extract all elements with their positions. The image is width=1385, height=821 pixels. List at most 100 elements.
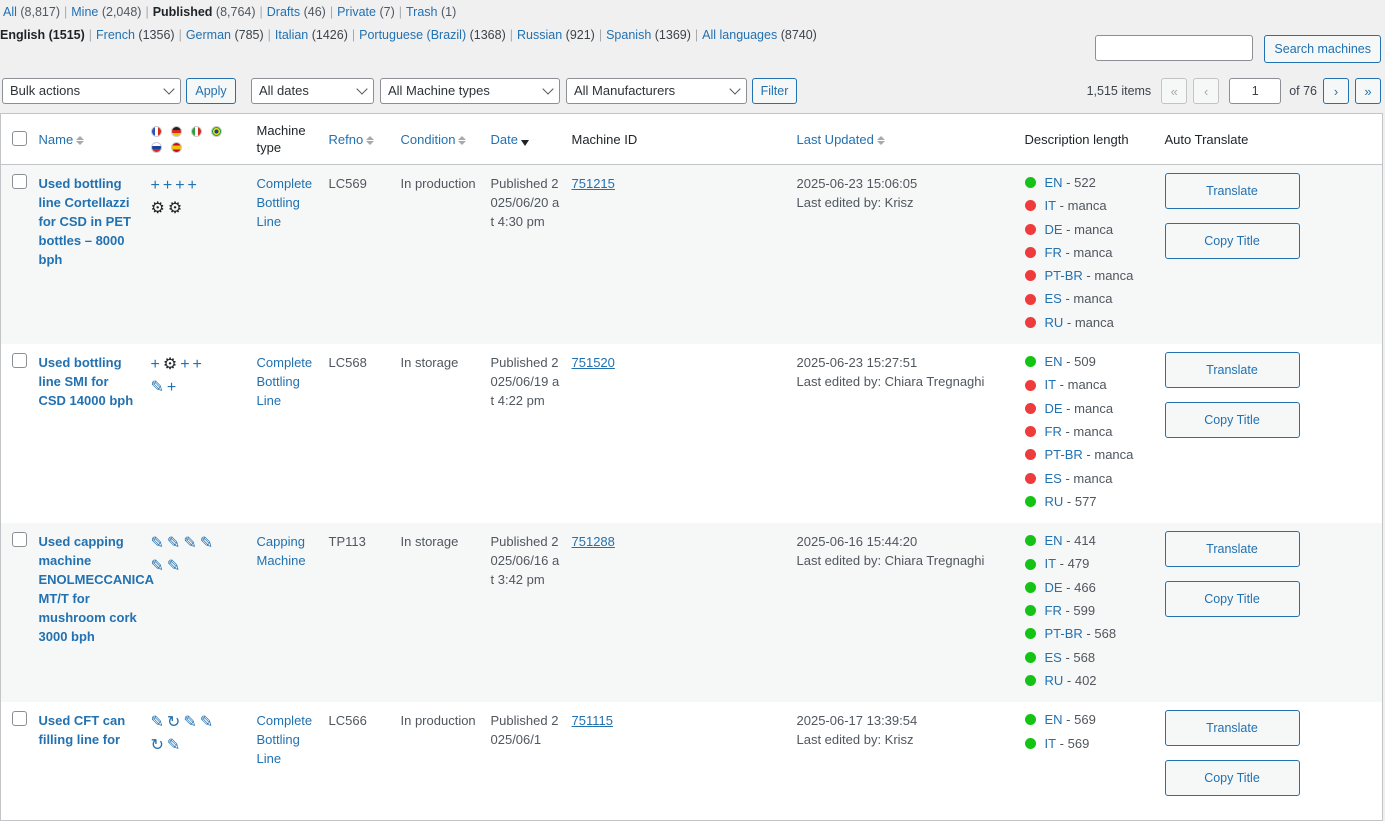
sort-icon: [458, 135, 467, 146]
copy-title-button[interactable]: Copy Title: [1164, 223, 1300, 259]
machine-id-link[interactable]: 751520: [572, 355, 615, 370]
plus-icon[interactable]: +: [180, 356, 192, 373]
pencil-icon[interactable]: ✎: [200, 714, 216, 731]
plus-icon[interactable]: +: [175, 177, 187, 194]
search-button[interactable]: Search machines: [1264, 35, 1381, 63]
desc-sep: -: [1082, 268, 1095, 284]
desc-sep: -: [1063, 493, 1075, 509]
select-all-checkbox[interactable]: [12, 130, 27, 146]
manufacturers-select[interactable]: All Manufacturers: [566, 78, 747, 104]
filter-button[interactable]: Filter: [752, 78, 797, 104]
copy-title-button[interactable]: Copy Title: [1164, 760, 1300, 797]
translate-button[interactable]: Translate: [1164, 710, 1300, 747]
refresh-icon[interactable]: ↻: [151, 737, 167, 754]
pencil-icon[interactable]: ✎: [151, 714, 167, 731]
search-input[interactable]: [1095, 35, 1254, 61]
pencil-icon[interactable]: ✎: [167, 558, 183, 575]
last-page-button[interactable]: »: [1355, 78, 1381, 104]
machine-title-link[interactable]: Used CFT can filling line for: [39, 713, 126, 747]
row-checkbox[interactable]: [12, 353, 27, 369]
col-flags: [144, 113, 251, 165]
filter-mine[interactable]: Mine (2,048): [71, 5, 141, 19]
bulk-actions-select[interactable]: Bulk actions: [2, 78, 181, 104]
language-german[interactable]: German (785): [186, 28, 264, 42]
machine-types-select[interactable]: All Machine types: [380, 78, 560, 104]
machine-id-cell: 751288: [565, 523, 791, 703]
auto-translate-cell: Translate Copy Title: [1158, 523, 1383, 703]
plus-icon[interactable]: +: [167, 379, 179, 396]
language-all-languages[interactable]: All languages (8740): [702, 28, 817, 42]
filter-all[interactable]: All (8,817): [3, 5, 60, 19]
pencil-icon[interactable]: ✎: [151, 535, 167, 552]
machine-type-link[interactable]: Complete Bottling Line: [257, 355, 313, 408]
pencil-icon[interactable]: ✎: [167, 535, 183, 552]
col-name[interactable]: Name: [32, 113, 145, 165]
language-russian[interactable]: Russian (921): [517, 28, 595, 42]
filter-published[interactable]: Published (8,764): [153, 5, 256, 19]
translation-icons: +⚙++ ✎+: [151, 353, 245, 399]
next-page-button[interactable]: ›: [1323, 78, 1349, 104]
current-page-input[interactable]: 1: [1229, 78, 1282, 104]
machine-id-link[interactable]: 751288: [572, 534, 615, 549]
translate-button[interactable]: Translate: [1164, 531, 1300, 568]
machine-title-link[interactable]: Used capping machine ENOLMECCANICA MT/T …: [39, 534, 154, 644]
plus-icon[interactable]: +: [163, 177, 175, 194]
translation-icons-cell: ✎↻✎✎ ↻✎: [145, 702, 251, 821]
machine-type-link[interactable]: Complete Bottling Line: [257, 176, 313, 229]
machine-title-link[interactable]: Used bottling line SMI for CSD 14000 bph: [39, 355, 134, 408]
language-english[interactable]: English (1515): [0, 28, 85, 42]
desc-sep: -: [1056, 556, 1068, 572]
status-dot-icon: [1024, 316, 1036, 328]
machine-type-cell: Capping Machine: [250, 523, 323, 703]
filter-drafts[interactable]: Drafts (46): [267, 5, 326, 19]
plus-icon[interactable]: +: [188, 177, 200, 194]
gear-icon[interactable]: ⚙: [168, 200, 185, 217]
auto-translate-cell: Translate Copy Title: [1159, 702, 1383, 821]
gear-icon[interactable]: ⚙: [163, 356, 180, 373]
pencil-icon[interactable]: ✎: [183, 535, 199, 552]
plus-icon[interactable]: +: [193, 356, 205, 373]
translate-button[interactable]: Translate: [1164, 173, 1300, 209]
language-spanish[interactable]: Spanish (1369): [606, 28, 691, 42]
row-checkbox[interactable]: [12, 174, 27, 189]
apply-button[interactable]: Apply: [186, 78, 236, 104]
refresh-icon[interactable]: ↻: [167, 714, 183, 731]
plus-icon[interactable]: +: [151, 356, 163, 373]
language-portuguese-brazil-[interactable]: Portuguese (Brazil) (1368): [359, 28, 506, 42]
language-italian[interactable]: Italian (1426): [275, 28, 348, 42]
copy-title-button[interactable]: Copy Title: [1164, 581, 1300, 618]
filter-private[interactable]: Private (7): [337, 5, 395, 19]
row-checkbox[interactable]: [12, 711, 27, 727]
prev-page-button[interactable]: ‹: [1193, 78, 1220, 104]
plus-icon[interactable]: +: [151, 177, 163, 194]
machine-title-link[interactable]: Used bottling line Cortellazzi for CSD i…: [39, 176, 131, 267]
refno-cell: LC568: [328, 355, 367, 371]
translate-button[interactable]: Translate: [1164, 352, 1300, 389]
machine-id-link[interactable]: 751115: [572, 713, 613, 728]
col-condition[interactable]: Condition: [394, 113, 485, 165]
pencil-icon[interactable]: ✎: [167, 737, 183, 754]
machine-type-link[interactable]: Capping Machine: [257, 534, 306, 568]
separator: |: [178, 28, 182, 42]
col-refno[interactable]: Refno: [322, 113, 395, 165]
machine-id-link[interactable]: 751215: [572, 176, 615, 191]
description-length-item: PT-BR - manca: [1024, 264, 1153, 287]
language-flags: [150, 125, 245, 153]
machine-type-link[interactable]: Complete Bottling Line: [257, 713, 313, 766]
row-checkbox[interactable]: [12, 532, 27, 548]
filter-trash[interactable]: Trash (1): [406, 5, 456, 19]
desc-sep: -: [1056, 377, 1068, 393]
first-page-button[interactable]: «: [1161, 78, 1188, 104]
pencil-icon[interactable]: ✎: [151, 379, 167, 396]
pencil-icon[interactable]: ✎: [183, 714, 199, 731]
copy-title-button[interactable]: Copy Title: [1164, 402, 1300, 439]
gear-icon[interactable]: ⚙: [151, 200, 168, 217]
col-date[interactable]: Date: [484, 113, 566, 165]
col-last-updated[interactable]: Last Updated: [790, 113, 1019, 165]
dates-select[interactable]: All dates: [251, 78, 374, 104]
pencil-icon[interactable]: ✎: [200, 535, 216, 552]
auto-translate-cell: Translate Copy Title: [1158, 164, 1383, 345]
pencil-icon[interactable]: ✎: [151, 558, 167, 575]
language-french[interactable]: French (1356): [96, 28, 175, 42]
name-cell: Used bottling line Cortellazzi for CSD i…: [32, 164, 145, 345]
